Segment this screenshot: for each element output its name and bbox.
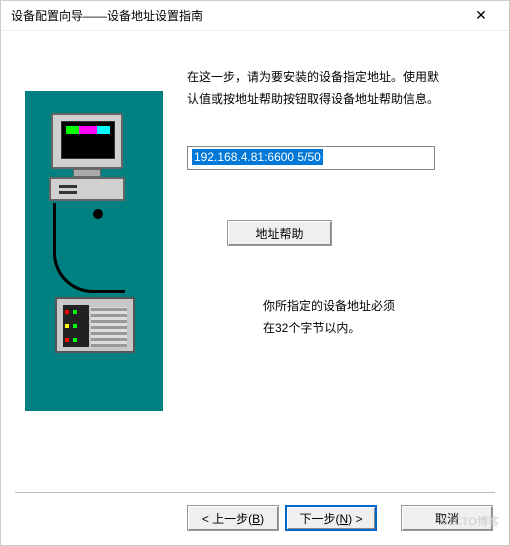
back-button[interactable]: < 上一步(B) (187, 505, 279, 531)
separator (15, 492, 495, 493)
titlebar: 设备配置向导——设备地址设置指南 ✕ (1, 1, 509, 31)
dialog-content: 在这一步，请为要安装的设备指定地址。使用默 认值或按地址帮助按钮取得设备地址帮助… (1, 31, 509, 471)
next-button[interactable]: 下一步(N) > (285, 505, 377, 531)
instruction-text: 在这一步，请为要安装的设备指定地址。使用默 认值或按地址帮助按钮取得设备地址帮助… (187, 67, 485, 110)
constraint-note: 你所指定的设备地址必须 在32个字节以内。 (263, 296, 485, 339)
wizard-buttons: < 上一步(B) 下一步(N) > 取消 (187, 505, 493, 531)
address-input[interactable]: 192.168.4.81:6600 5/50 (187, 146, 435, 170)
address-help-button[interactable]: 地址帮助 (227, 220, 332, 246)
wizard-illustration (25, 91, 163, 411)
monitor-icon (51, 113, 123, 169)
device-icon (55, 297, 135, 353)
cancel-button[interactable]: 取消 (401, 505, 493, 531)
address-value: 192.168.4.81:6600 5/50 (192, 149, 323, 165)
close-button[interactable]: ✕ (461, 2, 501, 30)
close-icon: ✕ (475, 7, 487, 24)
form-panel: 在这一步，请为要安装的设备指定地址。使用默 认值或按地址帮助按钮取得设备地址帮助… (187, 61, 485, 451)
window-title: 设备配置向导——设备地址设置指南 (11, 7, 461, 24)
